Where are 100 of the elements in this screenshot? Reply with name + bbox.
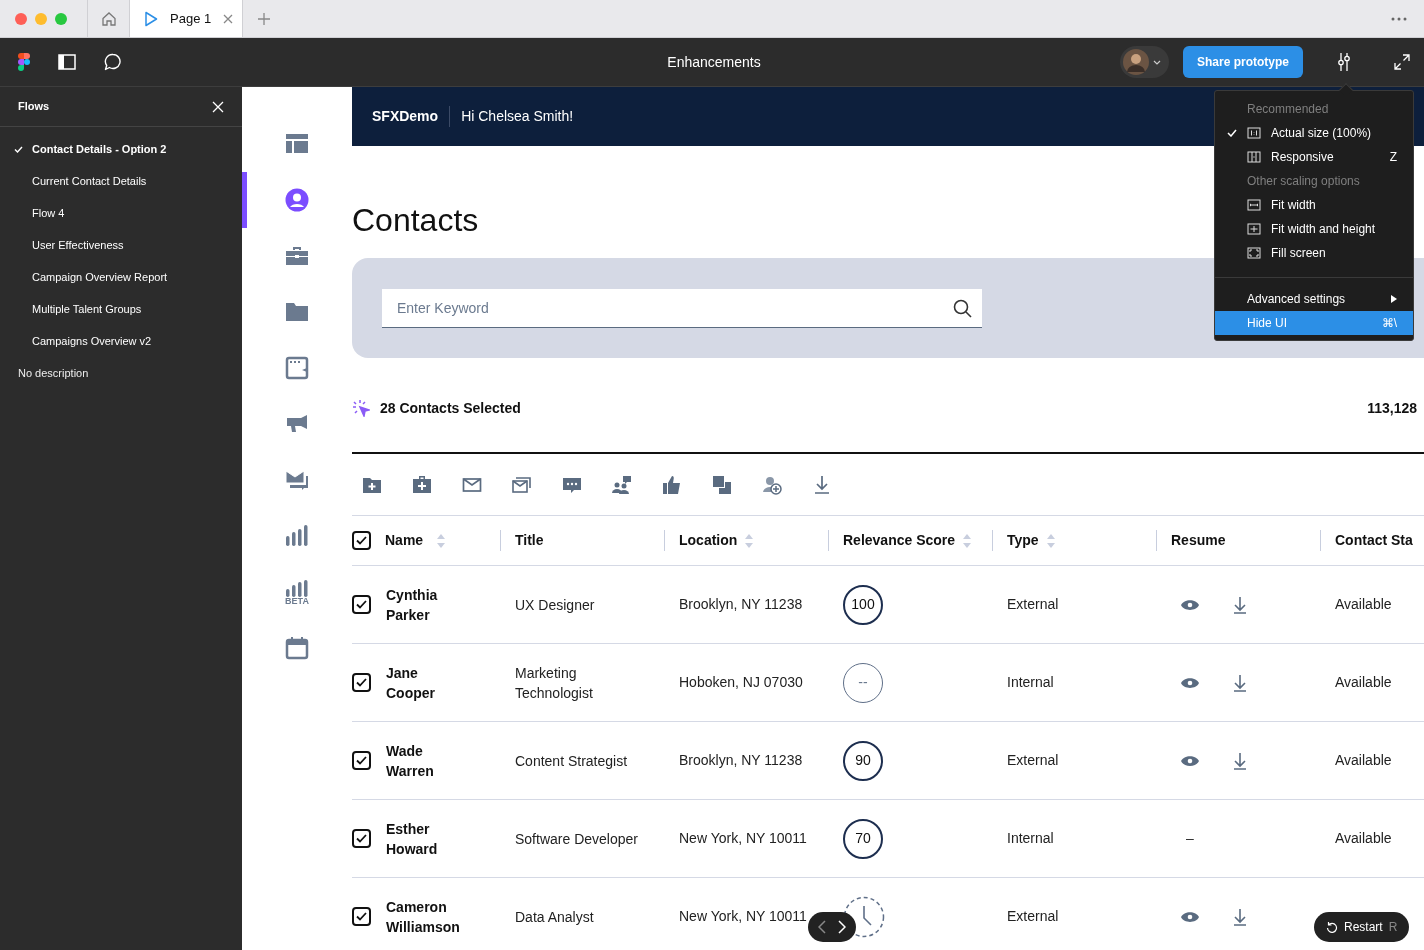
menu-item[interactable]: Responsive Z [1215,145,1413,169]
empty-value: – [1185,829,1194,848]
browser-tab[interactable]: Page 1 [129,0,243,37]
bar-chart-icon [285,524,309,548]
job-title: Marketing Technologist [515,663,594,703]
flow-item[interactable]: User Effectiveness [0,229,242,261]
checkbox[interactable] [352,829,371,848]
menu-heading: Other scaling options [1246,173,1361,190]
checkbox[interactable] [352,673,371,692]
home-icon[interactable] [100,10,117,27]
score-badge: 100 [843,584,883,625]
job-title: Data Analyst [515,907,594,927]
previous-icon[interactable] [818,920,826,934]
location-text: New York, NY 10011 [679,829,807,848]
people-chat-icon[interactable] [612,474,632,495]
eye-icon[interactable] [1181,598,1199,611]
search-field[interactable]: Enter Keyword [382,288,982,328]
flow-item[interactable]: Campaign Overview Report [0,261,242,293]
avatar-icon [1123,49,1149,75]
menu-item[interactable]: Fit width and height [1215,217,1413,241]
stacked-mail-icon[interactable] [512,474,532,495]
column-header[interactable]: Resume [1171,530,1226,551]
download-icon[interactable] [812,474,832,495]
expand-icon[interactable] [1394,54,1410,70]
app-brand: SFXDemo [372,106,451,127]
column-header[interactable]: Relevance Score [843,530,956,551]
menu-item[interactable]: Advanced settings [1215,287,1413,311]
download-icon[interactable] [1233,673,1247,692]
restart-icon [1326,921,1338,933]
eye-icon[interactable] [1181,754,1199,767]
flow-item[interactable]: Flow 4 [0,197,242,229]
nav-item[interactable]: BETA [242,564,352,620]
column-header[interactable]: Contact Sta [1335,530,1413,551]
restart-button[interactable]: Restart R [1314,912,1410,942]
contact-status: Available [1335,595,1392,614]
checkbox[interactable] [352,751,371,770]
flow-description: No description [17,366,90,381]
menu-item[interactable]: Fill screen [1215,241,1413,265]
account-menu[interactable] [1120,46,1169,78]
overlapping-squares-icon[interactable] [712,474,732,495]
flow-item[interactable]: Multiple Talent Groups [0,293,242,325]
checkbox[interactable] [352,907,371,926]
download-icon[interactable] [1233,751,1247,770]
score-badge: 70 [843,818,883,859]
calendar-icon [285,636,309,660]
flow-item[interactable]: Campaigns Overview v2 [0,325,242,357]
contact-name[interactable]: Esther Howard [386,818,466,859]
column-header[interactable]: Location [679,530,738,551]
menu-item[interactable]: Actual size (100%) [1215,121,1413,145]
column-header[interactable]: Title [515,530,544,551]
check-icon [356,678,367,687]
download-icon[interactable] [1233,907,1247,926]
pending-clock-icon [843,895,885,938]
contact-status: Available [1335,829,1392,848]
checkbox[interactable] [352,531,371,550]
flow-item[interactable]: Current Contact Details [0,165,242,197]
search-icon[interactable] [953,298,972,318]
contact-status: Available [1335,673,1392,692]
download-icon[interactable] [1233,595,1247,614]
responsive-icon [1247,151,1261,163]
person-icon [285,188,309,212]
briefcase-icon [285,244,309,268]
eye-icon[interactable] [1181,910,1199,923]
fit-width-icon [1247,199,1261,211]
actual-size-icon [1247,127,1261,139]
check-icon [356,756,367,765]
contact-status: Available [1335,751,1392,770]
greeting-text: Hi Chelsea Smith! [461,107,574,126]
location-text: New York, NY 10011 [679,907,807,926]
eye-icon[interactable] [1181,676,1199,689]
add-person-icon[interactable] [762,474,782,495]
page-title: Contacts [352,201,479,240]
comment-icon[interactable] [104,53,122,71]
contact-name[interactable]: Wade Warren [386,740,466,781]
column-header[interactable]: Name [385,530,424,551]
total-count: 113,128 [1367,398,1417,418]
thumbs-up-icon[interactable] [662,474,682,495]
checkbox[interactable] [352,595,371,614]
job-title: Software Developer [515,829,638,849]
play-icon [144,10,158,27]
column-header[interactable]: Type [1007,530,1039,551]
more-icon[interactable] [1391,16,1407,21]
location-text: Brooklyn, NY 11238 [679,751,803,770]
add-briefcase-icon[interactable] [412,474,432,495]
contact-name[interactable]: Jane Cooper [386,662,466,703]
flow-item[interactable]: Contact Details - Option 2 [0,133,242,165]
plus-icon[interactable] [258,12,270,25]
sidebar-icon[interactable] [58,54,76,70]
next-icon[interactable] [838,920,846,934]
settings-icon[interactable] [1337,53,1351,71]
check-icon [356,600,367,609]
menu-item[interactable]: Fit width [1215,193,1413,217]
check-icon [356,834,367,843]
figma-logo-icon[interactable] [18,53,30,71]
file-title: Enhancements [666,52,762,72]
fit-both-icon [1247,223,1261,235]
contact-name[interactable]: Cynthia Parker [386,584,466,625]
location-text: Brooklyn, NY 11238 [679,595,803,614]
dashboard-icon [285,132,309,156]
contact-name[interactable]: Cameron Williamson [386,896,466,937]
